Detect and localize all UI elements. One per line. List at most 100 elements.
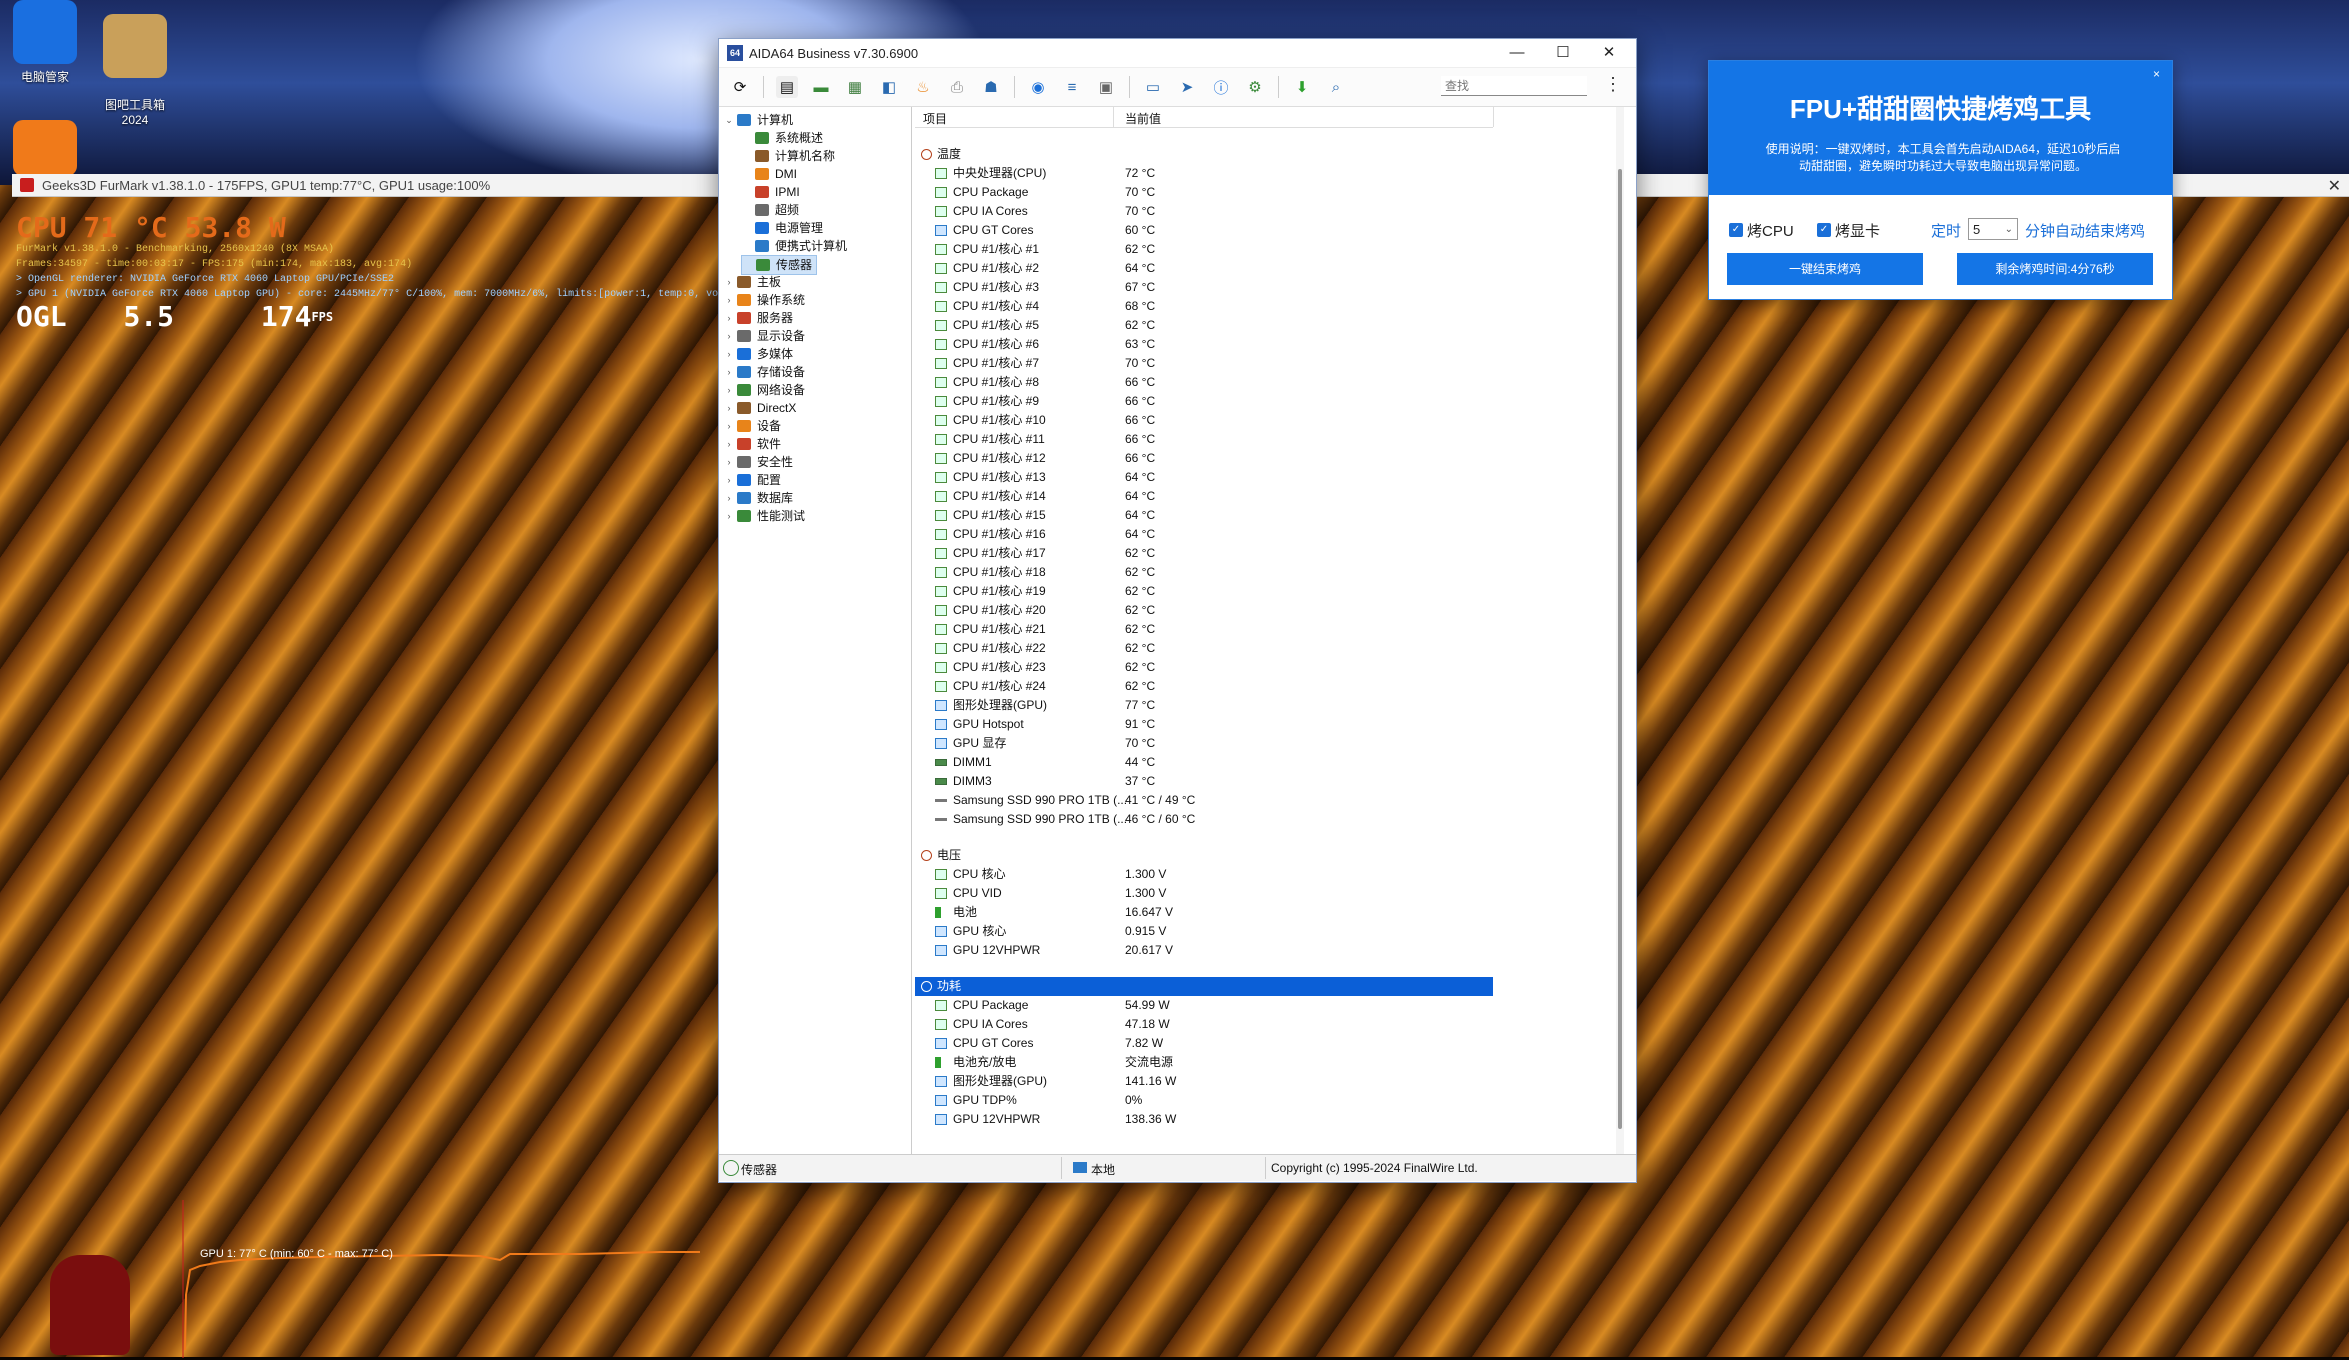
sensor-row[interactable]: CPU #1/核心 #13 64 °C: [915, 468, 1493, 487]
sensor-row[interactable]: CPU #1/核心 #3 67 °C: [915, 278, 1493, 297]
timer-select[interactable]: 5 ⌄: [1968, 218, 2018, 240]
chevron-right-icon[interactable]: ›: [723, 507, 735, 525]
sensor-row[interactable]: CPU Package 70 °C: [915, 183, 1493, 202]
sensor-row[interactable]: CPU #1/核心 #24 62 °C: [915, 677, 1493, 696]
sensor-row[interactable]: GPU 12VHPWR 20.617 V: [915, 941, 1493, 960]
tree-item[interactable]: › 安全性: [723, 453, 794, 471]
info-icon[interactable]: ⓘ: [1210, 76, 1232, 98]
chevron-right-icon[interactable]: ›: [723, 327, 735, 345]
chevron-right-icon[interactable]: ›: [723, 273, 735, 291]
sensor-row[interactable]: CPU #1/核心 #17 62 °C: [915, 544, 1493, 563]
column-divider[interactable]: [1493, 107, 1494, 127]
chevron-right-icon[interactable]: ›: [723, 363, 735, 381]
sensor-row[interactable]: DIMM3 37 °C: [915, 772, 1493, 791]
sensor-row[interactable]: CPU #1/核心 #12 66 °C: [915, 449, 1493, 468]
countdown-button[interactable]: 剩余烤鸡时间:4分76秒: [1957, 253, 2153, 285]
aida64-window[interactable]: 64 AIDA64 Business v7.30.6900 — ☐ ✕ ⟳ ▤ …: [718, 38, 1637, 1183]
sensor-row[interactable]: 电池充/放电 交流电源: [915, 1053, 1493, 1072]
database-icon[interactable]: ≡: [1061, 76, 1083, 98]
tree-item[interactable]: › 数据库: [723, 489, 794, 507]
tree-item[interactable]: › 设备: [723, 417, 782, 435]
motherboard-icon[interactable]: ▬: [810, 76, 832, 98]
sensor-row[interactable]: CPU #1/核心 #22 62 °C: [915, 639, 1493, 658]
sensor-row[interactable]: CPU #1/核心 #10 66 °C: [915, 411, 1493, 430]
checkbox-gpu[interactable]: ✓: [1817, 223, 1831, 237]
sensor-row[interactable]: GPU 核心 0.915 V: [915, 922, 1493, 941]
close-icon[interactable]: ✕: [2328, 176, 2341, 196]
column-header-value[interactable]: 当前值: [1125, 110, 1161, 127]
sensor-row[interactable]: GPU 显存 70 °C: [915, 734, 1493, 753]
tree-item[interactable]: › 服务器: [723, 309, 794, 327]
tree-item[interactable]: › 软件: [723, 435, 782, 453]
search-input[interactable]: [1441, 76, 1587, 96]
sensor-row[interactable]: CPU #1/核心 #15 64 °C: [915, 506, 1493, 525]
close-button[interactable]: ✕: [1586, 39, 1632, 67]
globe-icon[interactable]: ◉: [1027, 76, 1049, 98]
printer-icon[interactable]: ⎙: [946, 76, 968, 98]
sensor-row[interactable]: Samsung SSD 990 PRO 1TB (... 46 °C / 60 °…: [915, 810, 1493, 829]
sensor-row[interactable]: CPU VID 1.300 V: [915, 884, 1493, 903]
sensor-row[interactable]: DIMM1 44 °C: [915, 753, 1493, 772]
sensor-row[interactable]: CPU #1/核心 #19 62 °C: [915, 582, 1493, 601]
chevron-right-icon[interactable]: ›: [723, 345, 735, 363]
sensor-row[interactable]: CPU #1/核心 #14 64 °C: [915, 487, 1493, 506]
sensor-row[interactable]: CPU #1/核心 #20 62 °C: [915, 601, 1493, 620]
calculator-icon[interactable]: ▣: [1095, 76, 1117, 98]
tree-item[interactable]: 计算机名称: [741, 147, 835, 165]
sensor-row[interactable]: 图形处理器(GPU) 141.16 W: [915, 1072, 1493, 1091]
tree-item[interactable]: › 多媒体: [723, 345, 794, 363]
monitor-icon[interactable]: ▭: [1142, 76, 1164, 98]
cache-icon[interactable]: ◧: [878, 76, 900, 98]
stop-burn-button[interactable]: 一键结束烤鸡: [1727, 253, 1923, 285]
tree-item[interactable]: 系统概述: [741, 129, 823, 147]
sensor-row[interactable]: CPU IA Cores 47.18 W: [915, 1015, 1493, 1034]
chevron-right-icon[interactable]: ›: [723, 471, 735, 489]
vertical-scrollbar[interactable]: [1616, 107, 1624, 1154]
sensor-row[interactable]: CPU #1/核心 #21 62 °C: [915, 620, 1493, 639]
sensor-row[interactable]: CPU #1/核心 #4 68 °C: [915, 297, 1493, 316]
tree-item[interactable]: 便携式计算机: [741, 237, 847, 255]
sensor-row[interactable]: GPU 12VHPWR 138.36 W: [915, 1110, 1493, 1129]
group-header[interactable]: 温度: [915, 145, 1493, 164]
chevron-right-icon[interactable]: ›: [723, 489, 735, 507]
sensor-row[interactable]: 图形处理器(GPU) 77 °C: [915, 696, 1493, 715]
report-icon[interactable]: ▤: [776, 76, 798, 98]
group-header[interactable]: 电压: [915, 846, 1493, 865]
tree-item[interactable]: › DirectX: [723, 399, 797, 417]
desktop-icon-toolbox[interactable]: 图吧工具箱 2024: [92, 0, 178, 141]
chevron-down-icon[interactable]: ⌄: [723, 111, 735, 129]
sensor-row[interactable]: CPU #1/核心 #6 63 °C: [915, 335, 1493, 354]
aida64-titlebar[interactable]: 64 AIDA64 Business v7.30.6900 — ☐ ✕: [719, 39, 1636, 68]
sensor-row[interactable]: CPU #1/核心 #18 62 °C: [915, 563, 1493, 582]
chevron-right-icon[interactable]: ›: [723, 435, 735, 453]
chevron-right-icon[interactable]: ›: [723, 417, 735, 435]
minimize-button[interactable]: —: [1494, 39, 1540, 67]
sensor-row[interactable]: CPU #1/核心 #7 70 °C: [915, 354, 1493, 373]
scrollbar-thumb[interactable]: [1618, 169, 1622, 1129]
sensor-row[interactable]: CPU #1/核心 #16 64 °C: [915, 525, 1493, 544]
network-icon[interactable]: ➤: [1176, 76, 1198, 98]
more-menu-icon[interactable]: ⋮: [1604, 74, 1622, 95]
column-header-item[interactable]: 项目: [923, 110, 947, 127]
chevron-right-icon[interactable]: ›: [723, 399, 735, 417]
chevron-right-icon[interactable]: ›: [723, 381, 735, 399]
sensor-row[interactable]: GPU Hotspot 91 °C: [915, 715, 1493, 734]
column-divider[interactable]: [1113, 107, 1114, 127]
tree-item[interactable]: › 存储设备: [723, 363, 806, 381]
sensor-row[interactable]: CPU IA Cores 70 °C: [915, 202, 1493, 221]
tree-item[interactable]: › 操作系统: [723, 291, 806, 309]
tree-item[interactable]: 超频: [741, 201, 799, 219]
tree-item[interactable]: 电源管理: [741, 219, 823, 237]
sensor-row[interactable]: CPU 核心 1.300 V: [915, 865, 1493, 884]
maximize-button[interactable]: ☐: [1540, 39, 1586, 67]
sensor-row[interactable]: CPU #1/核心 #5 62 °C: [915, 316, 1493, 335]
tree-item[interactable]: › 主板: [723, 273, 782, 291]
sensor-row[interactable]: CPU Package 54.99 W: [915, 996, 1493, 1015]
sensor-row[interactable]: CPU GT Cores 60 °C: [915, 221, 1493, 240]
download-arrow-icon[interactable]: ⬇: [1291, 76, 1313, 98]
sensor-row[interactable]: GPU TDP% 0%: [915, 1091, 1493, 1110]
tree-item[interactable]: › 显示设备: [723, 327, 806, 345]
tree-item[interactable]: DMI: [741, 165, 797, 183]
sensor-row[interactable]: 电池 16.647 V: [915, 903, 1493, 922]
desktop-icon-app[interactable]: [2, 120, 88, 180]
